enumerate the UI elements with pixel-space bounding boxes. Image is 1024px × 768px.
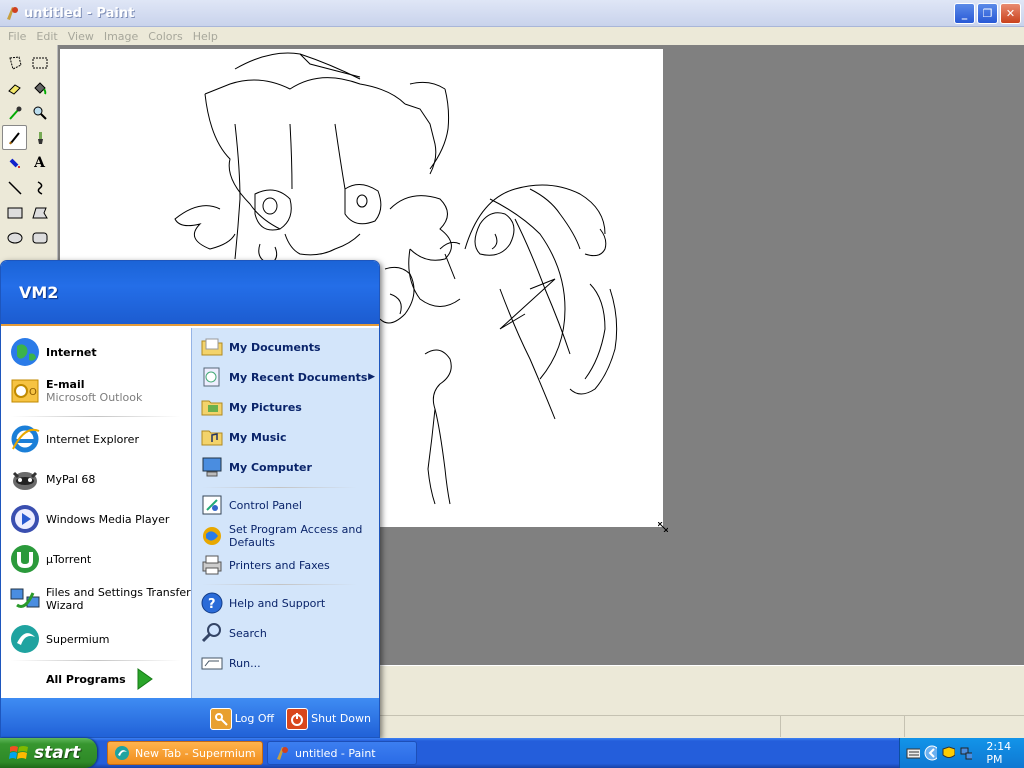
menu-bar: File Edit View Image Colors Help	[0, 27, 1024, 45]
key-icon	[209, 707, 232, 730]
minimize-button[interactable]: _	[954, 3, 975, 24]
user-name: VM2	[19, 283, 59, 302]
recent-docs-icon	[203, 367, 220, 387]
menu-view[interactable]: View	[63, 30, 99, 43]
line-tool[interactable]	[2, 175, 27, 200]
free-form-select-tool[interactable]	[2, 50, 27, 75]
clock[interactable]: 2:14 PM	[986, 740, 1024, 766]
pictures-icon	[201, 400, 223, 416]
start-menu-right-column: My Documents My Recent Documents ▶ My Pi…	[191, 328, 379, 698]
curve-tool[interactable]	[27, 175, 52, 200]
eraser-tool[interactable]	[2, 75, 27, 100]
green-arrow-icon	[137, 668, 153, 690]
paint-app-icon	[7, 7, 18, 20]
canvas-resize-handle[interactable]	[658, 522, 668, 532]
log-off-button[interactable]: Log Off	[209, 707, 274, 730]
security-alert-icon[interactable]	[941, 745, 955, 761]
menu-help[interactable]: Help	[188, 30, 223, 43]
start-item-run[interactable]: Run...	[200, 651, 261, 675]
pencil-tool[interactable]	[2, 125, 27, 150]
start-item-supermium[interactable]: Supermium	[9, 623, 110, 655]
network-icon[interactable]	[959, 745, 973, 761]
start-item-my-recent-documents[interactable]: My Recent Documents ▶	[200, 365, 375, 389]
submenu-arrow-icon: ▶	[368, 372, 375, 382]
start-label: start	[34, 743, 81, 763]
start-item-my-music[interactable]: My Music	[200, 425, 287, 449]
menu-image[interactable]: Image	[99, 30, 143, 43]
task-paint[interactable]: untitled - Paint	[267, 741, 417, 765]
all-programs-button[interactable]: All Programs	[46, 668, 154, 690]
paint-app-icon	[277, 747, 288, 760]
ellipse-tool[interactable]	[2, 225, 27, 250]
start-item-help-support[interactable]: ? Help and Support	[200, 591, 325, 615]
start-item-windows-media-player[interactable]: Windows Media Player	[9, 503, 169, 535]
control-panel-icon	[202, 495, 222, 515]
start-item-set-program-access[interactable]: Set Program Access and Defaults	[200, 523, 362, 549]
system-tray: 2:14 PM	[899, 738, 1024, 768]
rounded-rectangle-tool[interactable]	[27, 225, 52, 250]
start-item-utorrent[interactable]: µTorrent	[9, 543, 91, 575]
menu-colors[interactable]: Colors	[143, 30, 187, 43]
start-item-email[interactable]: O E-mail Microsoft Outlook	[9, 375, 142, 407]
wmp-icon	[11, 505, 39, 533]
power-icon	[286, 707, 309, 730]
supermium-icon	[11, 625, 39, 653]
fill-tool[interactable]	[27, 75, 52, 100]
start-item-internet[interactable]: Internet	[9, 336, 97, 368]
rectangle-tool[interactable]	[2, 200, 27, 225]
svg-text:O: O	[29, 387, 37, 398]
magnifier-tool[interactable]	[27, 100, 52, 125]
start-item-printers-faxes[interactable]: Printers and Faxes	[200, 553, 330, 577]
close-button[interactable]: ✕	[1000, 3, 1021, 24]
start-item-files-transfer-wizard[interactable]: Files and Settings Transfer Wizard	[9, 583, 191, 615]
select-tool[interactable]	[27, 50, 52, 75]
start-menu-header: VM2	[1, 261, 379, 326]
task-supermium[interactable]: New Tab - Supermium	[107, 741, 263, 765]
windows-logo-icon	[9, 746, 28, 759]
ie-icon	[11, 425, 40, 453]
search-icon	[201, 623, 221, 643]
start-button[interactable]: start	[0, 738, 97, 768]
supermium-icon	[115, 746, 129, 760]
computer-icon	[202, 457, 222, 477]
menu-file[interactable]: File	[3, 30, 31, 43]
color-picker-tool[interactable]	[2, 100, 27, 125]
start-item-my-pictures[interactable]: My Pictures	[200, 395, 302, 419]
music-icon	[201, 430, 223, 446]
airbrush-tool[interactable]	[2, 150, 27, 175]
window-title: untitled - Paint	[24, 5, 135, 21]
outlook-icon: O	[11, 379, 39, 403]
brush-tool[interactable]	[27, 125, 52, 150]
start-item-my-computer[interactable]: My Computer	[200, 455, 312, 479]
run-icon	[201, 657, 223, 670]
start-item-internet-explorer[interactable]: Internet Explorer	[9, 423, 139, 455]
maximize-button[interactable]: ❐	[977, 3, 998, 24]
start-menu: VM2 Internet O E-mail Microsoft Outlook I…	[0, 260, 380, 738]
printer-icon	[202, 555, 222, 575]
start-menu-left-column: Internet O E-mail Microsoft Outlook Inter…	[1, 328, 191, 698]
window-titlebar[interactable]: untitled - Paint _ ❐ ✕	[0, 0, 1024, 27]
text-tool[interactable]: A	[27, 150, 52, 175]
help-icon: ?	[201, 592, 223, 614]
start-item-my-documents[interactable]: My Documents	[200, 335, 321, 359]
utorrent-icon	[11, 545, 39, 573]
menu-edit[interactable]: Edit	[31, 30, 62, 43]
program-access-icon	[203, 527, 221, 545]
svg-text:?: ?	[208, 597, 216, 612]
taskbar: start New Tab - Supermium untitled - Pai…	[0, 738, 1024, 768]
chevron-icon[interactable]	[924, 745, 938, 761]
folder-icon	[201, 338, 223, 356]
start-item-mypal[interactable]: MyPal 68	[9, 463, 95, 495]
start-item-control-panel[interactable]: Control Panel	[200, 493, 302, 517]
keyboard-icon[interactable]	[906, 745, 920, 761]
shut-down-button[interactable]: Shut Down	[286, 707, 371, 730]
mypal-icon	[12, 471, 38, 490]
globe-icon	[11, 338, 39, 366]
polygon-tool[interactable]	[27, 200, 52, 225]
start-menu-footer: Log Off Shut Down	[1, 698, 379, 737]
transfer-icon	[10, 588, 40, 608]
start-item-search[interactable]: Search	[200, 621, 267, 645]
